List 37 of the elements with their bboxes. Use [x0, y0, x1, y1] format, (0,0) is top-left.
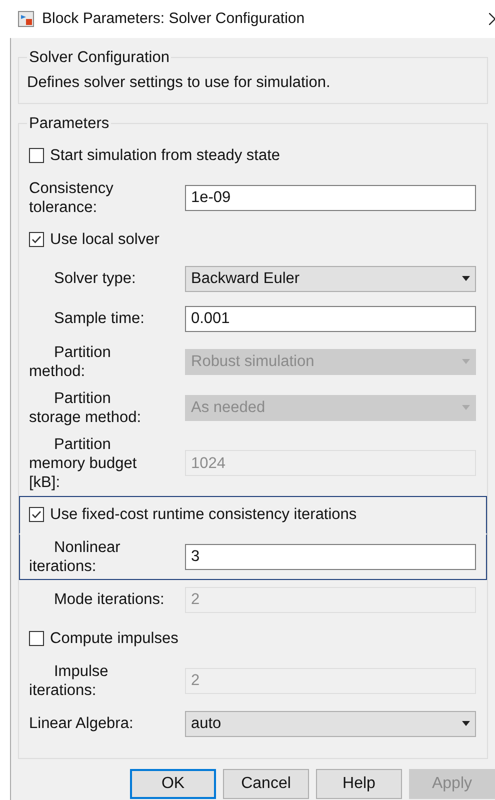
text-field[interactable]: 1e-09: [185, 184, 476, 211]
dialog-button[interactable]: Help: [316, 768, 402, 799]
caret-icon: [462, 405, 470, 410]
checkbox-label: Start simulation from steady state: [50, 146, 280, 166]
checkbox[interactable]: [29, 148, 44, 164]
caret-icon: [462, 721, 470, 726]
field-label: Partition method:: [29, 342, 112, 381]
field-label: Nonlinear iterations:: [29, 538, 122, 576]
field-label: Partition memory budget [kB]:: [29, 434, 138, 492]
dialog-button[interactable]: Cancel: [223, 768, 309, 799]
checkbox-label: Use fixed-cost runtime consistency iterations: [50, 505, 357, 526]
field-label: Consistency tolerance:: [29, 178, 114, 217]
group-title: Solver Configuration: [28, 48, 170, 68]
check-icon: [31, 234, 42, 246]
check-icon: [31, 509, 42, 520]
dialog-button[interactable]: OK: [130, 768, 216, 799]
field-label: Partition storage method:: [29, 388, 142, 427]
field-label: Solver type:: [53, 269, 137, 288]
caret-icon: [462, 359, 470, 364]
dropdown[interactable]: auto: [185, 710, 476, 737]
checkbox[interactable]: [29, 631, 44, 646]
field-label: Sample time:: [53, 309, 146, 328]
text-field[interactable]: 0.001: [185, 306, 476, 332]
description-text: Defines solver settings to use for simulation.: [27, 73, 332, 94]
app-icon: [18, 11, 34, 27]
checkbox[interactable]: [29, 507, 44, 522]
checkbox-label: Use local solver: [50, 230, 160, 250]
text-field[interactable]: 3: [185, 544, 476, 570]
checkbox[interactable]: [29, 232, 44, 248]
dropdown[interactable]: Backward Euler: [185, 266, 476, 292]
caret-icon: [462, 276, 470, 282]
group-title: Parameters: [28, 114, 110, 134]
checkbox-label: Compute impulses: [50, 629, 178, 650]
window-title: Block Parameters: Solver Configuration: [42, 8, 305, 29]
field-label: Impulse iterations:: [29, 662, 110, 700]
field-label: Linear Algebra:: [29, 714, 134, 734]
field-label: Mode iterations:: [53, 590, 165, 610]
